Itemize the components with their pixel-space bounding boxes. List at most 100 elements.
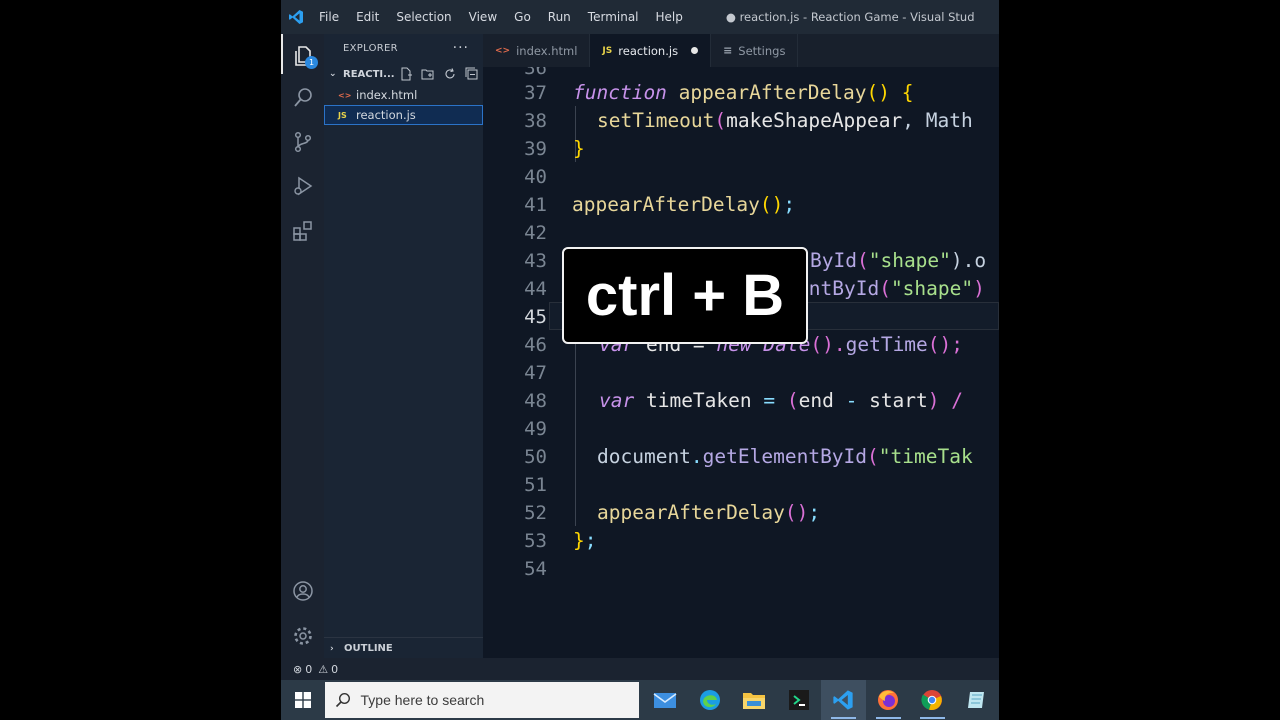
line-number: 53 bbox=[524, 530, 547, 552]
code-text: function appearAfterDelay() { bbox=[573, 81, 914, 104]
vscode-logo-icon[interactable] bbox=[281, 0, 311, 34]
folder-row[interactable]: ⌄ REACTI... bbox=[324, 63, 483, 85]
code-line: 37 function appearAfterDelay() { bbox=[483, 79, 999, 107]
new-folder-icon[interactable] bbox=[417, 63, 439, 85]
shortcut-text: ctrl + B bbox=[585, 263, 785, 328]
outline-title: OUTLINE bbox=[344, 643, 393, 654]
html-file-icon: <> bbox=[495, 45, 511, 56]
menu-go[interactable]: Go bbox=[506, 0, 540, 34]
line-number: 37 bbox=[524, 82, 547, 104]
unsaved-dot-icon[interactable] bbox=[691, 47, 699, 54]
menu-selection[interactable]: Selection bbox=[388, 0, 460, 34]
settings-gear-icon[interactable] bbox=[281, 614, 324, 658]
code-text: }; bbox=[573, 529, 597, 552]
chevron-right-icon: › bbox=[330, 643, 334, 654]
code-text: var timeTaken = (end - start) / bbox=[599, 389, 964, 412]
code-line: 50 document.getElementById("timeTak bbox=[483, 443, 999, 471]
title-bar: File Edit Selection View Go Run Terminal… bbox=[281, 0, 999, 34]
collapse-all-icon[interactable] bbox=[461, 63, 483, 85]
code-line: 38 setTimeout(makeShapeAppear, Math bbox=[483, 107, 999, 135]
code-line: 42 bbox=[483, 219, 999, 247]
status-bar: ⊗ 0 ⚠ 0 bbox=[281, 658, 999, 680]
html-file-icon: <> bbox=[338, 90, 352, 100]
line-number: 49 bbox=[524, 418, 547, 440]
accounts-icon[interactable] bbox=[281, 569, 324, 613]
menu-terminal[interactable]: Terminal bbox=[580, 0, 648, 34]
code-line: 40 bbox=[483, 163, 999, 191]
file-item-index-html[interactable]: <> index.html bbox=[324, 85, 483, 105]
code-editor[interactable]: 36 37 function appearAfterDelay() { 38 s… bbox=[483, 67, 999, 658]
tab-reaction-js[interactable]: JS reaction.js bbox=[590, 34, 712, 67]
explorer-header: EXPLORER ··· bbox=[324, 34, 483, 62]
taskbar-search-input[interactable]: Type here to search bbox=[324, 682, 640, 718]
line-number: 44 bbox=[524, 278, 547, 300]
explorer-sidebar: EXPLORER ··· ⌄ REACTI... <> index.html J… bbox=[324, 34, 483, 658]
warning-count: 0 bbox=[331, 662, 339, 676]
code-line: 52 appearAfterDelay(); bbox=[483, 499, 999, 527]
more-actions-icon[interactable]: ··· bbox=[453, 40, 469, 56]
menu-view[interactable]: View bbox=[461, 0, 506, 34]
code-text: entById("shape") bbox=[797, 277, 985, 300]
file-name: index.html bbox=[356, 88, 418, 102]
notes-app-icon[interactable] bbox=[955, 680, 999, 720]
tab-label: Settings bbox=[738, 43, 786, 58]
windows-taskbar: Type here to search bbox=[281, 680, 999, 720]
mail-app-icon[interactable] bbox=[643, 680, 688, 720]
explorer-icon[interactable] bbox=[281, 34, 324, 78]
menu-edit[interactable]: Edit bbox=[348, 0, 388, 34]
vscode-taskbar-icon[interactable] bbox=[821, 680, 866, 720]
settings-file-icon: ≡ bbox=[723, 44, 733, 57]
line-number: 51 bbox=[524, 474, 547, 496]
js-file-icon: JS bbox=[338, 110, 347, 120]
keyboard-shortcut-overlay: ctrl + B bbox=[562, 247, 808, 344]
line-number: 52 bbox=[524, 502, 547, 524]
code-line: 51 bbox=[483, 471, 999, 499]
line-number: 40 bbox=[524, 166, 547, 188]
code-line: 54 bbox=[483, 555, 999, 583]
problems-status[interactable]: ⊗ 0 ⚠ 0 bbox=[293, 663, 342, 676]
code-line: 49 bbox=[483, 415, 999, 443]
source-control-icon[interactable] bbox=[281, 120, 324, 164]
file-name: reaction.js bbox=[356, 108, 416, 122]
chevron-down-icon: ⌄ bbox=[329, 69, 337, 79]
file-item-reaction-js[interactable]: JS reaction.js bbox=[324, 105, 483, 125]
activity-bar: 1 bbox=[281, 34, 324, 658]
code-text: setTimeout(makeShapeAppear, Math bbox=[597, 109, 973, 132]
error-icon: ⊗ bbox=[293, 662, 303, 676]
search-icon[interactable] bbox=[281, 76, 324, 120]
error-count: 0 bbox=[305, 662, 313, 676]
code-text: } bbox=[573, 137, 585, 160]
windows-start-icon[interactable] bbox=[281, 680, 325, 720]
new-file-icon[interactable] bbox=[395, 63, 417, 85]
editor-tabs: <> index.html JS reaction.js ≡ Settings bbox=[483, 34, 999, 67]
code-line: 39 } bbox=[483, 135, 999, 163]
js-file-icon: JS bbox=[602, 45, 613, 56]
search-placeholder: Type here to search bbox=[360, 692, 485, 708]
extensions-icon[interactable] bbox=[281, 209, 324, 253]
line-number: 45 bbox=[524, 306, 547, 328]
line-number: 38 bbox=[524, 110, 547, 132]
refresh-icon[interactable] bbox=[439, 63, 461, 85]
file-explorer-icon[interactable] bbox=[732, 680, 777, 720]
pycharm-app-icon[interactable] bbox=[777, 680, 822, 720]
code-text: document.getElementById("timeTak bbox=[597, 445, 973, 468]
menu-help[interactable]: Help bbox=[648, 0, 692, 34]
tab-label: reaction.js bbox=[618, 43, 679, 58]
window-title: ● reaction.js - Reaction Game - Visual S… bbox=[725, 10, 975, 24]
menu-run[interactable]: Run bbox=[540, 0, 580, 34]
tab-index-html[interactable]: <> index.html bbox=[483, 34, 591, 67]
menu-file[interactable]: File bbox=[311, 0, 348, 34]
line-number: 42 bbox=[524, 222, 547, 244]
line-number: 54 bbox=[524, 558, 547, 580]
edge-browser-icon[interactable] bbox=[688, 680, 733, 720]
search-icon bbox=[335, 692, 350, 708]
outline-section[interactable]: › OUTLINE bbox=[324, 637, 483, 659]
code-text: appearAfterDelay(); bbox=[597, 501, 821, 524]
chrome-browser-icon[interactable] bbox=[910, 680, 955, 720]
tab-settings[interactable]: ≡ Settings bbox=[711, 34, 799, 67]
run-debug-icon[interactable] bbox=[281, 164, 324, 208]
line-number: 47 bbox=[524, 362, 547, 384]
firefox-browser-icon[interactable] bbox=[866, 680, 911, 720]
code-text: appearAfterDelay(); bbox=[572, 193, 796, 216]
line-number: 46 bbox=[524, 334, 547, 356]
